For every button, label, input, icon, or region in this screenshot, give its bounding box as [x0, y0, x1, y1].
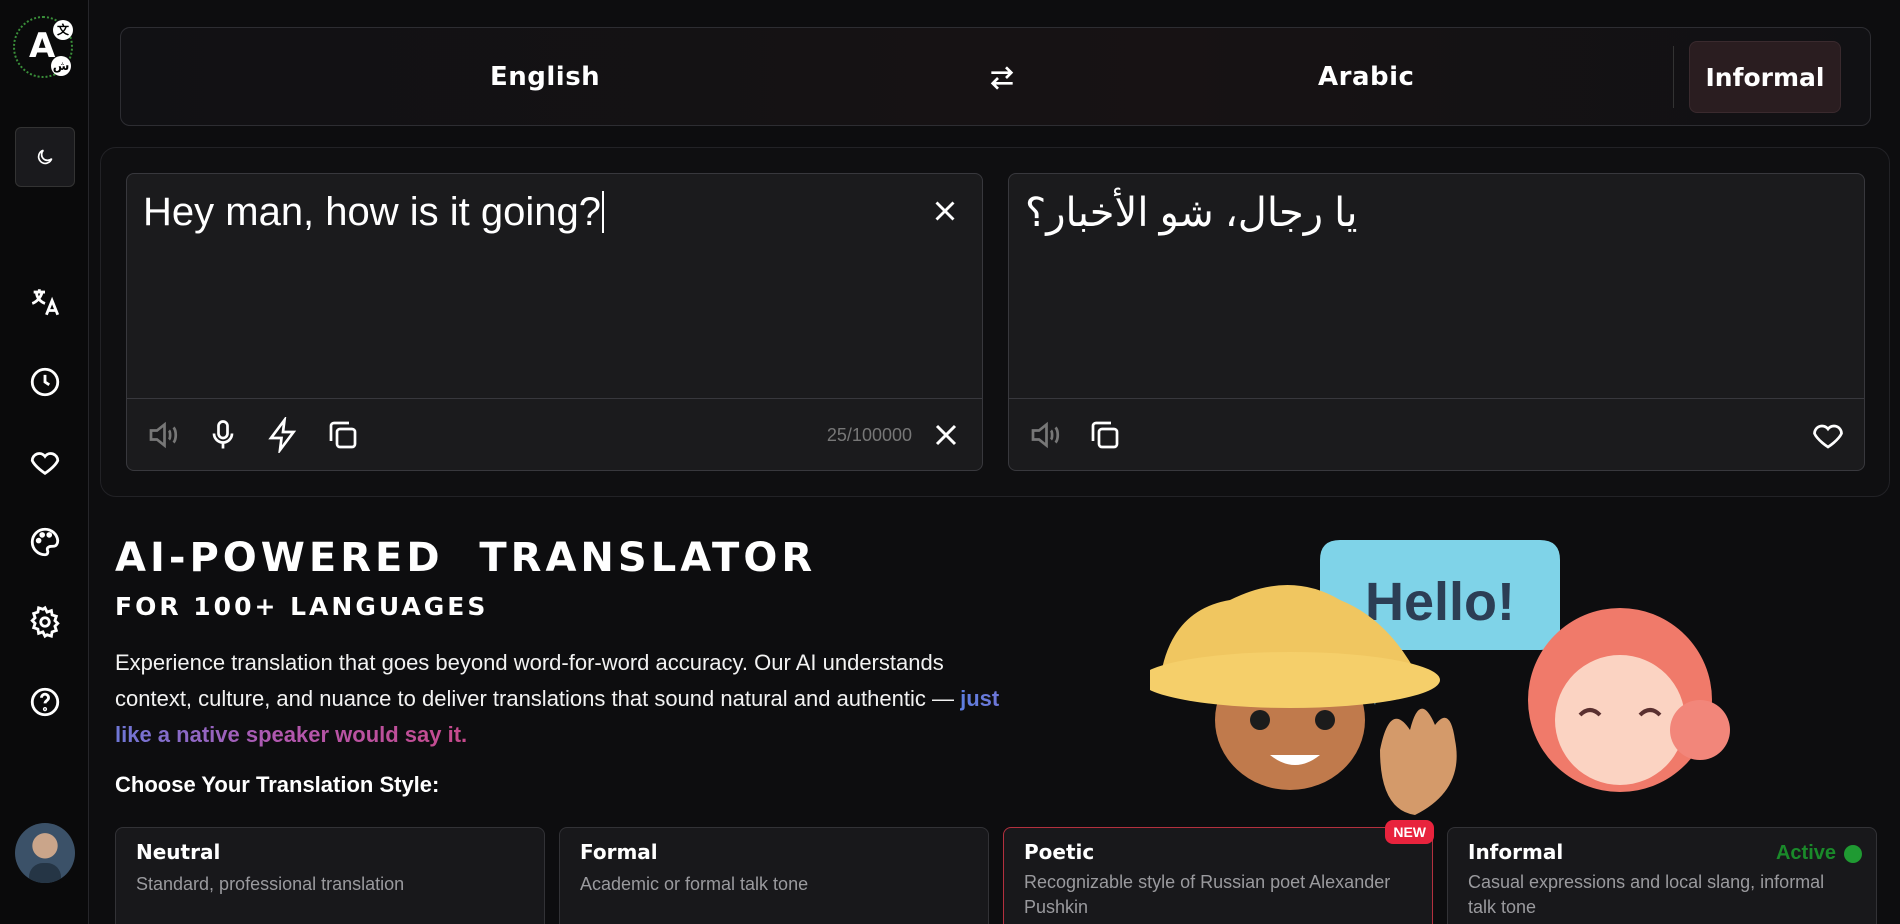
- speaker-icon: [149, 421, 178, 449]
- hero-title: AI-POWERED TRANSLATOR: [115, 535, 817, 581]
- target-panel-toolbar: [1009, 398, 1864, 470]
- nav-translate[interactable]: [25, 282, 65, 322]
- style-card-title: Formal: [580, 840, 658, 864]
- user-avatar[interactable]: [15, 823, 75, 883]
- logo-badge-arabic: ش: [51, 56, 71, 76]
- eye: [1250, 710, 1270, 730]
- source-text-input[interactable]: Hey man, how is it going?: [143, 190, 605, 235]
- source-panel-toolbar: 25/100000: [127, 398, 982, 470]
- style-card-description: Casual expressions and local slang, info…: [1468, 872, 1825, 917]
- right-character-face: [1555, 655, 1685, 785]
- hello-illustration: Hello!: [1150, 540, 1730, 815]
- style-card-description: Recognizable style of Russian poet Alexa…: [1024, 872, 1391, 917]
- logo-badge-cjk: 文: [53, 20, 73, 40]
- microphone-button[interactable]: [205, 417, 241, 453]
- style-heading: Choose Your Translation Style:: [115, 772, 440, 797]
- source-text: Hey man, how is it going?: [143, 190, 602, 234]
- style-card-title: Poetic: [1024, 840, 1095, 864]
- history-icon: [30, 367, 60, 397]
- language-bar: English Arabic Informal: [120, 27, 1871, 126]
- active-status-dot: [1844, 845, 1862, 863]
- speaker-icon: [1031, 421, 1060, 449]
- swap-icon: [990, 66, 1014, 90]
- active-status-label: Active: [1775, 842, 1836, 864]
- hat-brim: [1150, 652, 1440, 708]
- app-logo[interactable]: A 文 ش: [13, 16, 73, 78]
- bubble-text: Hello!: [1365, 572, 1515, 632]
- close-icon: [935, 201, 955, 221]
- nav-help[interactable]: [25, 682, 65, 722]
- source-language-selector[interactable]: English: [490, 62, 600, 92]
- quick-translate-button[interactable]: [265, 415, 301, 455]
- style-card-title: Neutral: [136, 840, 221, 864]
- listen-translation-button[interactable]: [1027, 417, 1063, 453]
- nav-history[interactable]: [25, 362, 65, 402]
- swap-languages-button[interactable]: [986, 62, 1018, 94]
- sidebar: A 文 ش: [0, 0, 89, 924]
- nav-themes[interactable]: [25, 522, 65, 562]
- style-card-description: Academic or formal talk tone: [580, 874, 809, 894]
- nav-settings[interactable]: [25, 602, 65, 642]
- theme-toggle-button[interactable]: [15, 127, 75, 187]
- translate-icon: [31, 289, 60, 316]
- clear-text-button[interactable]: [928, 417, 964, 453]
- text-caret: [602, 191, 605, 233]
- waving-hand: [1380, 708, 1457, 815]
- style-card-title: Informal: [1468, 840, 1564, 864]
- tone-selector-button[interactable]: Informal: [1689, 41, 1841, 113]
- copy-translation-button[interactable]: [1087, 417, 1123, 453]
- moon-icon: [37, 149, 53, 165]
- character-counter: 25/100000: [826, 425, 912, 445]
- hero-description-text: Experience translation that goes beyond …: [115, 650, 961, 711]
- heart-icon: [1813, 424, 1843, 449]
- style-card-description: Standard, professional translation: [136, 874, 405, 894]
- target-panel: يا رجال، شو الأخبار؟: [1008, 173, 1865, 471]
- copy-icon: [329, 421, 357, 449]
- palette-icon: [30, 527, 60, 557]
- listen-source-button[interactable]: [145, 417, 181, 453]
- clear-input-button[interactable]: [928, 194, 962, 228]
- translated-text: يا رجال، شو الأخبار؟: [1025, 191, 1358, 235]
- style-card-informal[interactable]: Informal Casual expressions and local sl…: [1447, 827, 1877, 924]
- close-icon: [935, 424, 957, 446]
- new-badge: NEW: [1385, 820, 1434, 844]
- hero-description: Experience translation that goes beyond …: [115, 645, 1005, 753]
- style-card-formal[interactable]: Formal Academic or formal talk tone: [559, 827, 989, 924]
- settings-icon: [30, 605, 60, 639]
- copy-icon: [1091, 421, 1119, 449]
- copy-source-button[interactable]: [325, 417, 361, 453]
- eye: [1315, 710, 1335, 730]
- hero-subtitle: FOR 100+ LANGUAGES: [115, 592, 489, 621]
- hair-curl: [1670, 700, 1730, 760]
- style-card-neutral[interactable]: Neutral Standard, professional translati…: [115, 827, 545, 924]
- divider: [1673, 46, 1674, 108]
- target-language-selector[interactable]: Arabic: [1318, 62, 1414, 92]
- heart-icon: [30, 452, 60, 476]
- nav-favorites[interactable]: [25, 442, 65, 482]
- favorite-translation-button[interactable]: [1810, 417, 1846, 453]
- microphone-icon: [212, 420, 234, 449]
- lightning-icon: [268, 415, 297, 455]
- source-panel: Hey man, how is it going? 25/100000: [126, 173, 983, 471]
- style-card-poetic[interactable]: Poetic Recognizable style of Russian poe…: [1003, 820, 1434, 924]
- help-icon: [30, 687, 60, 717]
